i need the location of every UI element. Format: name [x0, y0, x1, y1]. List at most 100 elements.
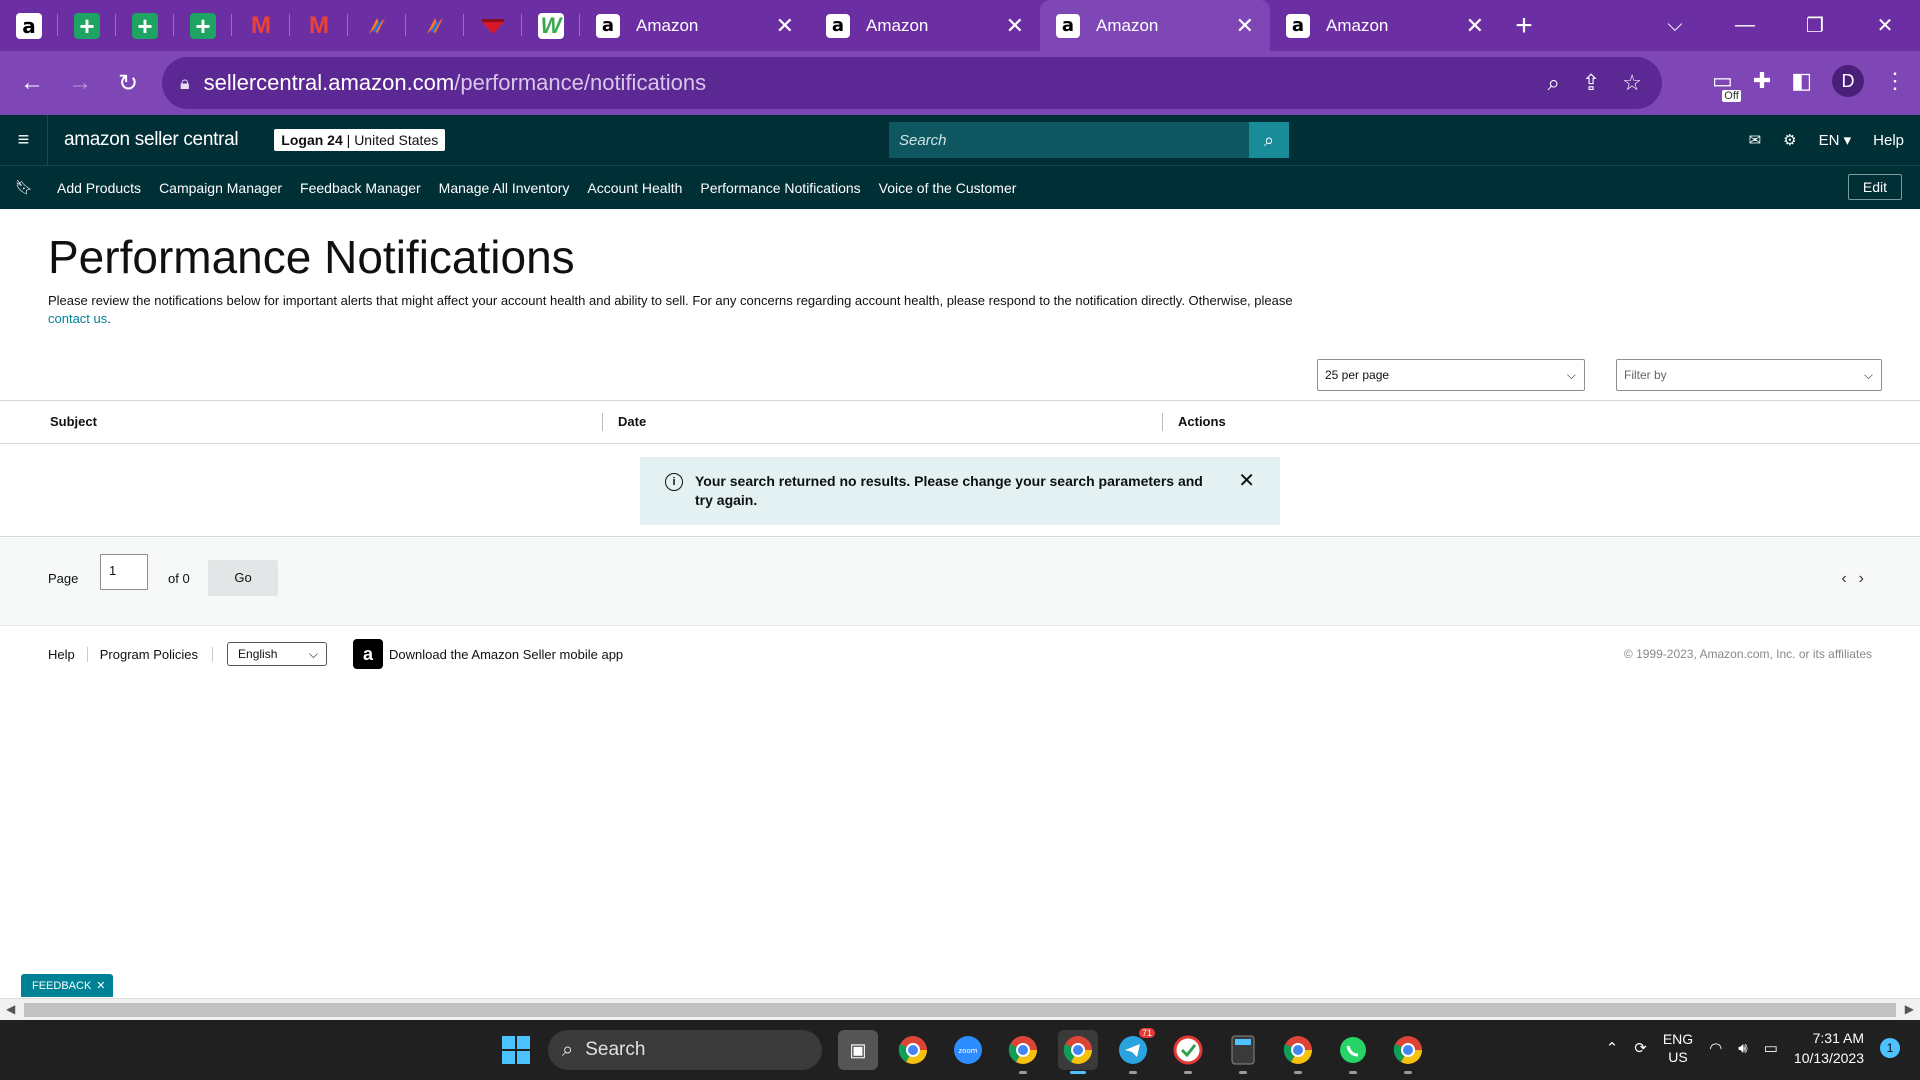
- tab-amazon-4[interactable]: a Amazon ✕: [1270, 0, 1500, 51]
- close-window-button[interactable]: ✕: [1850, 13, 1920, 38]
- feedback-button[interactable]: FEEDBACK ✕: [21, 974, 113, 997]
- chrome-profile-3-icon[interactable]: [1388, 1030, 1428, 1074]
- contact-us-link[interactable]: contact us: [48, 311, 107, 326]
- restore-button[interactable]: ❐: [1780, 13, 1850, 38]
- footer-language-select[interactable]: English ⌵: [227, 642, 328, 666]
- page-label: Page: [48, 571, 79, 586]
- profile-avatar[interactable]: D: [1832, 65, 1864, 97]
- battery-icon[interactable]: ▭: [1764, 1039, 1778, 1057]
- column-actions[interactable]: Actions: [1178, 414, 1226, 429]
- go-button[interactable]: Go: [208, 560, 278, 596]
- tab-amazon-1[interactable]: a Amazon ✕: [580, 0, 810, 51]
- volume-icon[interactable]: 🔊︎: [1738, 1040, 1747, 1057]
- sync-icon[interactable]: ⟳: [1634, 1039, 1647, 1057]
- per-page-select[interactable]: 25 per page ⌵: [1317, 359, 1585, 391]
- chevron-up-icon[interactable]: ⌃: [1606, 1039, 1619, 1057]
- pinned-tab-sheets-3[interactable]: +: [174, 0, 232, 51]
- seller-central-logo[interactable]: amazon seller central: [64, 129, 239, 151]
- zoom-icon[interactable]: zoom: [948, 1030, 988, 1070]
- hamburger-menu-icon[interactable]: ≡: [0, 115, 48, 165]
- star-icon[interactable]: ☆: [1622, 70, 1642, 96]
- telegram-icon[interactable]: 71: [1113, 1028, 1155, 1074]
- chevron-right-icon[interactable]: ›: [1859, 570, 1876, 587]
- input-language[interactable]: ENG US: [1663, 1030, 1693, 1066]
- help-link[interactable]: Help: [1873, 132, 1904, 149]
- column-subject[interactable]: Subject: [50, 414, 97, 429]
- plus-icon: +: [132, 12, 158, 39]
- filter-select[interactable]: Filter by ⌵: [1616, 359, 1882, 391]
- page-number-input[interactable]: 1: [100, 554, 148, 590]
- bookmark-performance-notifications[interactable]: Performance Notifications: [700, 180, 860, 196]
- calculator-icon[interactable]: [1223, 1030, 1263, 1074]
- pinned-tab-sheets-2[interactable]: +: [116, 0, 174, 51]
- pinned-tab-red-app[interactable]: [464, 0, 522, 51]
- close-icon[interactable]: ✕: [776, 13, 794, 39]
- task-view-icon[interactable]: ▣: [838, 1030, 878, 1070]
- account-switcher[interactable]: Logan 24 | United States: [274, 129, 446, 151]
- pinned-tab-amazon[interactable]: a: [0, 0, 58, 51]
- close-icon[interactable]: ✕: [1466, 13, 1484, 39]
- tick-app-icon[interactable]: [1168, 1030, 1208, 1074]
- new-tab-button[interactable]: +: [1500, 0, 1548, 51]
- search-icon[interactable]: ⌕: [1249, 122, 1289, 158]
- search-input[interactable]: [889, 122, 1249, 158]
- chrome-profile-icon[interactable]: [1003, 1030, 1043, 1074]
- minimize-button[interactable]: —: [1710, 14, 1780, 37]
- pinned-tab-gmail-1[interactable]: M: [232, 0, 290, 51]
- edit-bookmarks-button[interactable]: Edit: [1847, 174, 1902, 200]
- amazon-app-icon[interactable]: a: [353, 639, 384, 669]
- bookmark-campaign-manager[interactable]: Campaign Manager: [159, 180, 282, 196]
- chrome-profile-d-icon[interactable]: [1058, 1030, 1098, 1074]
- wifi-icon[interactable]: ◠: [1709, 1039, 1722, 1057]
- clock[interactable]: 7:31 AM 10/13/2023: [1794, 1028, 1864, 1068]
- back-button[interactable]: ←: [8, 69, 56, 97]
- pinned-tab-gmail-2[interactable]: M: [290, 0, 348, 51]
- chrome-icon[interactable]: [893, 1030, 933, 1070]
- zoom-icon[interactable]: ⌕: [1548, 70, 1560, 96]
- windows-start-icon[interactable]: [502, 1036, 530, 1064]
- tab-search-icon[interactable]: ⌵: [1640, 14, 1710, 37]
- close-icon[interactable]: ✕: [1236, 13, 1254, 39]
- forward-button[interactable]: →: [56, 69, 104, 97]
- side-panel-icon[interactable]: ◧: [1791, 68, 1812, 94]
- column-date[interactable]: Date: [618, 414, 646, 429]
- bookmark-account-health[interactable]: Account Health: [587, 180, 682, 196]
- footer-help-link[interactable]: Help: [48, 646, 88, 662]
- horizontal-scrollbar[interactable]: ◀ ▶: [0, 998, 1920, 1020]
- pinned-tab-w-app[interactable]: W: [522, 0, 580, 51]
- bookmark-add-products[interactable]: Add Products: [57, 180, 141, 196]
- reload-button[interactable]: ↻: [104, 69, 152, 98]
- pinned-tab-tool-1[interactable]: [348, 0, 406, 51]
- browser-menu-icon[interactable]: ⋮: [1884, 68, 1906, 94]
- taskbar-search[interactable]: ⌕ Search: [548, 1030, 822, 1070]
- scroll-right-icon[interactable]: ▶: [1905, 1002, 1914, 1016]
- pinned-tab-tool-2[interactable]: [406, 0, 464, 51]
- download-app-link[interactable]: Download the Amazon Seller mobile app: [389, 647, 623, 662]
- pinned-tab-sheets-1[interactable]: +: [58, 0, 116, 51]
- extension-off-icon[interactable]: ▭ Off: [1712, 68, 1741, 102]
- scroll-left-icon[interactable]: ◀: [6, 1002, 15, 1016]
- scrollbar-thumb[interactable]: [24, 1003, 1896, 1017]
- lock-icon[interactable]: 🔒︎: [180, 73, 190, 94]
- mail-icon[interactable]: ✉: [1749, 131, 1762, 149]
- chevron-left-icon[interactable]: ‹: [1841, 570, 1858, 587]
- close-icon[interactable]: ✕: [1006, 13, 1024, 39]
- address-bar[interactable]: 🔒︎ sellercentral.amazon.com/performance/…: [162, 57, 1662, 109]
- bookmark-voice-of-customer[interactable]: Voice of the Customer: [879, 180, 1017, 196]
- amazon-icon: a: [1286, 13, 1310, 38]
- tab-amazon-2[interactable]: a Amazon ✕: [810, 0, 1040, 51]
- tab-amazon-active[interactable]: a Amazon ✕: [1040, 0, 1270, 51]
- close-icon[interactable]: ✕: [1238, 471, 1255, 510]
- language-selector[interactable]: EN ▾: [1819, 131, 1852, 149]
- gear-icon[interactable]: ⚙: [1783, 131, 1796, 149]
- share-icon[interactable]: ⇪: [1582, 70, 1600, 96]
- chrome-profile-2-icon[interactable]: [1278, 1030, 1318, 1074]
- footer-policies-link[interactable]: Program Policies: [100, 646, 214, 662]
- close-icon[interactable]: ✕: [96, 979, 105, 992]
- bookmark-feedback-manager[interactable]: Feedback Manager: [300, 180, 421, 196]
- notification-badge[interactable]: 1: [1880, 1038, 1900, 1058]
- whatsapp-icon[interactable]: [1333, 1030, 1373, 1074]
- extensions-puzzle-icon[interactable]: ✚: [1753, 68, 1771, 94]
- bookmark-manage-inventory[interactable]: Manage All Inventory: [439, 180, 570, 196]
- bookmark-icon[interactable]: 🔖︎: [0, 179, 48, 196]
